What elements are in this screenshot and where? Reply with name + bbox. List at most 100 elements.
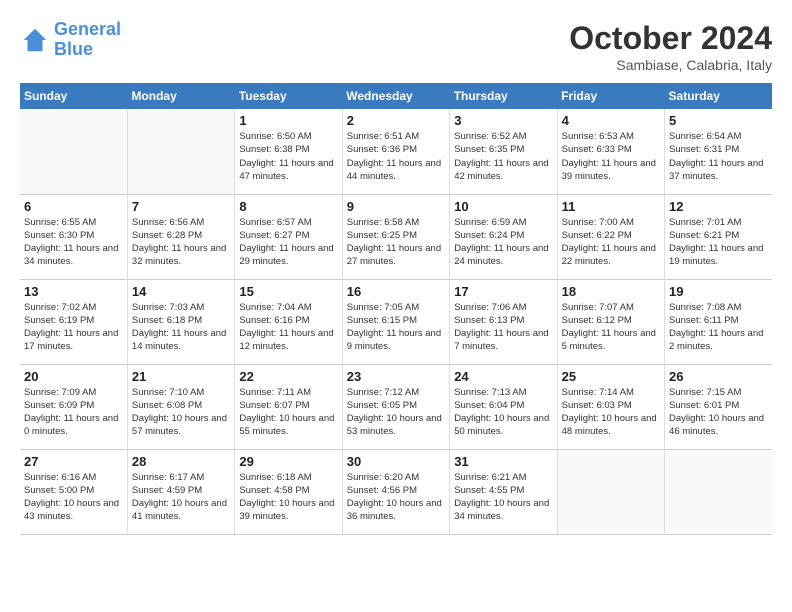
day-number: 1 bbox=[239, 113, 337, 128]
calendar-day-cell: 31 Sunrise: 6:21 AMSunset: 4:55 PMDayligh… bbox=[450, 449, 557, 534]
month-title: October 2024 bbox=[569, 20, 772, 57]
day-info: Sunrise: 7:05 AMSunset: 6:15 PMDaylight:… bbox=[347, 301, 445, 354]
day-info: Sunrise: 6:51 AMSunset: 6:36 PMDaylight:… bbox=[347, 130, 445, 183]
day-number: 28 bbox=[132, 454, 230, 469]
day-number: 9 bbox=[347, 199, 445, 214]
calendar-week-row: 1 Sunrise: 6:50 AMSunset: 6:38 PMDaylight… bbox=[20, 109, 772, 194]
day-info: Sunrise: 6:52 AMSunset: 6:35 PMDaylight:… bbox=[454, 130, 552, 183]
calendar-day-cell: 7 Sunrise: 6:56 AMSunset: 6:28 PMDaylight… bbox=[127, 194, 234, 279]
calendar-day-cell: 28 Sunrise: 6:17 AMSunset: 4:59 PMDayligh… bbox=[127, 449, 234, 534]
day-number: 18 bbox=[562, 284, 660, 299]
calendar-day-cell: 12 Sunrise: 7:01 AMSunset: 6:21 PMDayligh… bbox=[665, 194, 772, 279]
calendar-day-cell: 21Sunrise: 7:10 AMSunset: 6:08 PMDayligh… bbox=[127, 364, 234, 449]
day-of-week-header: Thursday bbox=[450, 83, 557, 109]
day-number: 26 bbox=[669, 369, 768, 384]
day-number: 15 bbox=[239, 284, 337, 299]
day-number: 8 bbox=[239, 199, 337, 214]
page-header: General Blue October 2024 Sambiase, Cala… bbox=[20, 20, 772, 73]
calendar-week-row: 13Sunrise: 7:02 AMSunset: 6:19 PMDayligh… bbox=[20, 279, 772, 364]
day-number: 16 bbox=[347, 284, 445, 299]
logo: General Blue bbox=[20, 20, 121, 60]
calendar-header: SundayMondayTuesdayWednesdayThursdayFrid… bbox=[20, 83, 772, 109]
day-number: 29 bbox=[239, 454, 337, 469]
logo-text: General Blue bbox=[54, 20, 121, 60]
day-of-week-header: Sunday bbox=[20, 83, 127, 109]
day-info: Sunrise: 6:18 AMSunset: 4:58 PMDaylight:… bbox=[239, 471, 337, 524]
calendar-day-cell: 13Sunrise: 7:02 AMSunset: 6:19 PMDayligh… bbox=[20, 279, 127, 364]
day-number: 31 bbox=[454, 454, 552, 469]
day-info: Sunrise: 7:09 AMSunset: 6:09 PMDaylight:… bbox=[24, 386, 123, 439]
logo-icon bbox=[20, 25, 50, 55]
day-info: Sunrise: 6:20 AMSunset: 4:56 PMDaylight:… bbox=[347, 471, 445, 524]
day-info: Sunrise: 7:07 AMSunset: 6:12 PMDaylight:… bbox=[562, 301, 660, 354]
day-number: 27 bbox=[24, 454, 123, 469]
day-info: Sunrise: 6:58 AMSunset: 6:25 PMDaylight:… bbox=[347, 216, 445, 269]
calendar-week-row: 6 Sunrise: 6:55 AMSunset: 6:30 PMDaylight… bbox=[20, 194, 772, 279]
calendar-day-cell: 19 Sunrise: 7:08 AMSunset: 6:11 PMDayligh… bbox=[665, 279, 772, 364]
day-info: Sunrise: 7:13 AMSunset: 6:04 PMDaylight:… bbox=[454, 386, 552, 439]
day-info: Sunrise: 6:50 AMSunset: 6:38 PMDaylight:… bbox=[239, 130, 337, 183]
day-of-week-header: Wednesday bbox=[342, 83, 449, 109]
calendar-day-cell: 14 Sunrise: 7:03 AMSunset: 6:18 PMDayligh… bbox=[127, 279, 234, 364]
day-of-week-header: Saturday bbox=[665, 83, 772, 109]
day-info: Sunrise: 6:53 AMSunset: 6:33 PMDaylight:… bbox=[562, 130, 660, 183]
calendar-day-cell: 16 Sunrise: 7:05 AMSunset: 6:15 PMDayligh… bbox=[342, 279, 449, 364]
day-info: Sunrise: 7:15 AMSunset: 6:01 PMDaylight:… bbox=[669, 386, 768, 439]
title-block: October 2024 Sambiase, Calabria, Italy bbox=[569, 20, 772, 73]
day-info: Sunrise: 7:11 AMSunset: 6:07 PMDaylight:… bbox=[239, 386, 337, 439]
calendar-day-cell: 5 Sunrise: 6:54 AMSunset: 6:31 PMDaylight… bbox=[665, 109, 772, 194]
day-number: 19 bbox=[669, 284, 768, 299]
calendar-day-cell: 25 Sunrise: 7:14 AMSunset: 6:03 PMDayligh… bbox=[557, 364, 664, 449]
calendar-day-cell: 1 Sunrise: 6:50 AMSunset: 6:38 PMDaylight… bbox=[235, 109, 342, 194]
day-number: 10 bbox=[454, 199, 552, 214]
day-info: Sunrise: 6:59 AMSunset: 6:24 PMDaylight:… bbox=[454, 216, 552, 269]
day-info: Sunrise: 7:02 AMSunset: 6:19 PMDaylight:… bbox=[24, 301, 123, 354]
day-info: Sunrise: 7:04 AMSunset: 6:16 PMDaylight:… bbox=[239, 301, 337, 354]
day-info: Sunrise: 7:08 AMSunset: 6:11 PMDaylight:… bbox=[669, 301, 768, 354]
day-number: 12 bbox=[669, 199, 768, 214]
calendar-table: SundayMondayTuesdayWednesdayThursdayFrid… bbox=[20, 83, 772, 535]
day-number: 11 bbox=[562, 199, 660, 214]
day-number: 20 bbox=[24, 369, 123, 384]
calendar-day-cell bbox=[127, 109, 234, 194]
calendar-week-row: 27 Sunrise: 6:16 AMSunset: 5:00 PMDayligh… bbox=[20, 449, 772, 534]
day-info: Sunrise: 6:21 AMSunset: 4:55 PMDaylight:… bbox=[454, 471, 552, 524]
day-info: Sunrise: 6:16 AMSunset: 5:00 PMDaylight:… bbox=[24, 471, 123, 524]
day-number: 17 bbox=[454, 284, 552, 299]
calendar-day-cell: 18 Sunrise: 7:07 AMSunset: 6:12 PMDayligh… bbox=[557, 279, 664, 364]
location-subtitle: Sambiase, Calabria, Italy bbox=[569, 57, 772, 73]
calendar-day-cell: 2 Sunrise: 6:51 AMSunset: 6:36 PMDaylight… bbox=[342, 109, 449, 194]
calendar-day-cell: 27 Sunrise: 6:16 AMSunset: 5:00 PMDayligh… bbox=[20, 449, 127, 534]
calendar-day-cell bbox=[557, 449, 664, 534]
calendar-day-cell: 6 Sunrise: 6:55 AMSunset: 6:30 PMDaylight… bbox=[20, 194, 127, 279]
day-number: 21 bbox=[132, 369, 230, 384]
calendar-day-cell: 4Sunrise: 6:53 AMSunset: 6:33 PMDaylight… bbox=[557, 109, 664, 194]
day-info: Sunrise: 7:03 AMSunset: 6:18 PMDaylight:… bbox=[132, 301, 230, 354]
day-number: 2 bbox=[347, 113, 445, 128]
day-of-week-header: Tuesday bbox=[235, 83, 342, 109]
day-info: Sunrise: 6:54 AMSunset: 6:31 PMDaylight:… bbox=[669, 130, 768, 183]
day-number: 14 bbox=[132, 284, 230, 299]
day-number: 5 bbox=[669, 113, 768, 128]
calendar-day-cell: 10 Sunrise: 6:59 AMSunset: 6:24 PMDayligh… bbox=[450, 194, 557, 279]
day-info: Sunrise: 6:56 AMSunset: 6:28 PMDaylight:… bbox=[132, 216, 230, 269]
calendar-day-cell: 3Sunrise: 6:52 AMSunset: 6:35 PMDaylight… bbox=[450, 109, 557, 194]
calendar-day-cell: 23Sunrise: 7:12 AMSunset: 6:05 PMDayligh… bbox=[342, 364, 449, 449]
day-number: 24 bbox=[454, 369, 552, 384]
day-info: Sunrise: 6:55 AMSunset: 6:30 PMDaylight:… bbox=[24, 216, 123, 269]
day-number: 22 bbox=[239, 369, 337, 384]
calendar-body: 1 Sunrise: 6:50 AMSunset: 6:38 PMDaylight… bbox=[20, 109, 772, 534]
day-info: Sunrise: 7:14 AMSunset: 6:03 PMDaylight:… bbox=[562, 386, 660, 439]
day-info: Sunrise: 6:17 AMSunset: 4:59 PMDaylight:… bbox=[132, 471, 230, 524]
calendar-week-row: 20 Sunrise: 7:09 AMSunset: 6:09 PMDayligh… bbox=[20, 364, 772, 449]
calendar-day-cell: 30Sunrise: 6:20 AMSunset: 4:56 PMDayligh… bbox=[342, 449, 449, 534]
day-of-week-header: Monday bbox=[127, 83, 234, 109]
calendar-day-cell: 22 Sunrise: 7:11 AMSunset: 6:07 PMDayligh… bbox=[235, 364, 342, 449]
day-number: 6 bbox=[24, 199, 123, 214]
calendar-day-cell: 24 Sunrise: 7:13 AMSunset: 6:04 PMDayligh… bbox=[450, 364, 557, 449]
calendar-day-cell: 15 Sunrise: 7:04 AMSunset: 6:16 PMDayligh… bbox=[235, 279, 342, 364]
day-number: 7 bbox=[132, 199, 230, 214]
calendar-day-cell bbox=[665, 449, 772, 534]
day-number: 25 bbox=[562, 369, 660, 384]
day-info: Sunrise: 7:01 AMSunset: 6:21 PMDaylight:… bbox=[669, 216, 768, 269]
